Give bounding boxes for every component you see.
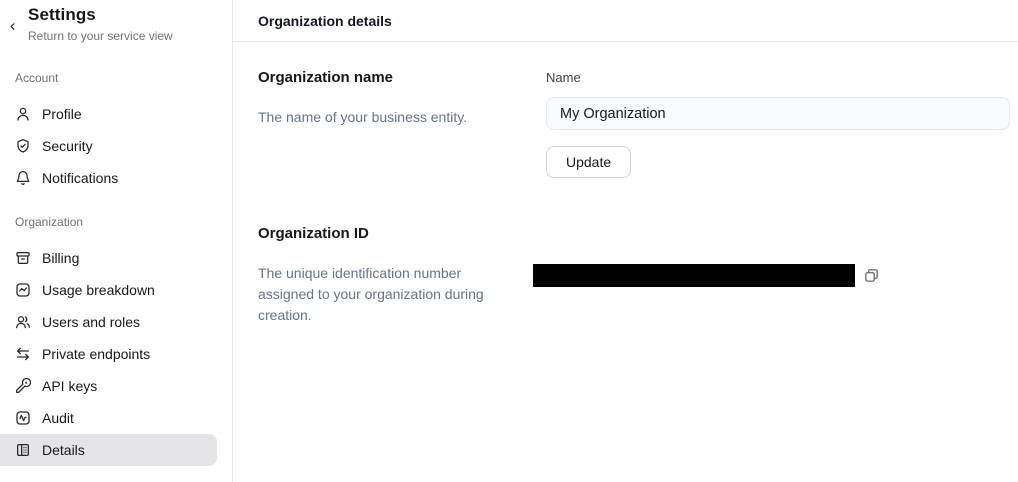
organization-id-heading: Organization ID bbox=[258, 226, 533, 242]
sidebar-item-api-keys[interactable]: API keys bbox=[0, 370, 232, 402]
settings-sidebar: Settings Return to your service view Acc… bbox=[0, 0, 233, 482]
bell-icon bbox=[15, 170, 31, 186]
sidebar-item-usage-breakdown[interactable]: Usage breakdown bbox=[0, 274, 232, 306]
sidebar-title: Settings bbox=[28, 5, 232, 25]
chevron-left-icon bbox=[7, 21, 18, 32]
page-title: Organization details bbox=[258, 13, 392, 29]
archive-box-icon bbox=[15, 250, 31, 266]
section-label-account: Account bbox=[0, 71, 232, 85]
sidebar-header: Settings Return to your service view bbox=[0, 5, 232, 43]
main-panel: Organization details Organization name T… bbox=[233, 0, 1018, 482]
key-icon bbox=[15, 378, 31, 394]
organization-name-section: Organization name The name of your busin… bbox=[258, 70, 1010, 178]
organization-name-form: Name Update bbox=[546, 70, 1010, 178]
organization-name-info: Organization name The name of your busin… bbox=[258, 70, 546, 128]
account-nav: Profile Security Notifications bbox=[0, 98, 232, 194]
sidebar-item-profile[interactable]: Profile bbox=[0, 98, 232, 130]
copy-icon bbox=[863, 267, 880, 284]
arrows-left-right-icon bbox=[15, 346, 31, 362]
organization-id-value-area bbox=[533, 226, 1010, 287]
sidebar-item-audit[interactable]: Audit bbox=[0, 402, 232, 434]
user-icon bbox=[15, 106, 31, 122]
organization-name-description: The name of your business entity. bbox=[258, 107, 508, 128]
sidebar-item-label: Security bbox=[42, 138, 93, 154]
main-content: Organization name The name of your busin… bbox=[233, 42, 1018, 326]
sidebar-item-label: Usage breakdown bbox=[42, 282, 155, 298]
building-icon bbox=[15, 442, 31, 458]
sidebar-item-label: Private endpoints bbox=[42, 346, 150, 362]
update-button[interactable]: Update bbox=[546, 146, 631, 178]
sidebar-subtitle: Return to your service view bbox=[28, 29, 232, 43]
sidebar-item-users-and-roles[interactable]: Users and roles bbox=[0, 306, 232, 338]
sidebar-item-label: Notifications bbox=[42, 170, 118, 186]
sidebar-item-notifications[interactable]: Notifications bbox=[0, 162, 232, 194]
sidebar-item-private-endpoints[interactable]: Private endpoints bbox=[0, 338, 232, 370]
sidebar-item-label: Details bbox=[42, 442, 85, 458]
organization-id-description: The unique identification number assigne… bbox=[258, 263, 508, 326]
sidebar-item-label: Audit bbox=[42, 410, 74, 426]
sidebar-item-label: Users and roles bbox=[42, 314, 140, 330]
organization-name-input[interactable] bbox=[546, 97, 1010, 130]
organization-id-row bbox=[533, 264, 1010, 287]
organization-id-info: Organization ID The unique identificatio… bbox=[258, 226, 533, 326]
sidebar-item-details[interactable]: Details bbox=[0, 434, 217, 466]
section-label-organization: Organization bbox=[0, 215, 232, 229]
sidebar-item-security[interactable]: Security bbox=[0, 130, 232, 162]
copy-organization-id-button[interactable] bbox=[862, 267, 880, 285]
sidebar-item-billing[interactable]: Billing bbox=[0, 242, 232, 274]
shield-check-icon bbox=[15, 138, 31, 154]
sidebar-item-label: API keys bbox=[42, 378, 97, 394]
sidebar-item-label: Billing bbox=[42, 250, 79, 266]
settings-app: Settings Return to your service view Acc… bbox=[0, 0, 1018, 482]
back-button[interactable] bbox=[3, 17, 21, 35]
organization-nav: Billing Usage breakdown Users and roles … bbox=[0, 242, 232, 466]
organization-id-redacted-value bbox=[533, 264, 855, 287]
organization-id-section: Organization ID The unique identificatio… bbox=[258, 226, 1010, 326]
chart-square-icon bbox=[15, 282, 31, 298]
activity-square-icon bbox=[15, 410, 31, 426]
sidebar-item-label: Profile bbox=[42, 106, 82, 122]
name-field-label: Name bbox=[546, 70, 1010, 85]
users-icon bbox=[15, 314, 31, 330]
main-header: Organization details bbox=[233, 0, 1018, 42]
organization-name-heading: Organization name bbox=[258, 70, 546, 86]
